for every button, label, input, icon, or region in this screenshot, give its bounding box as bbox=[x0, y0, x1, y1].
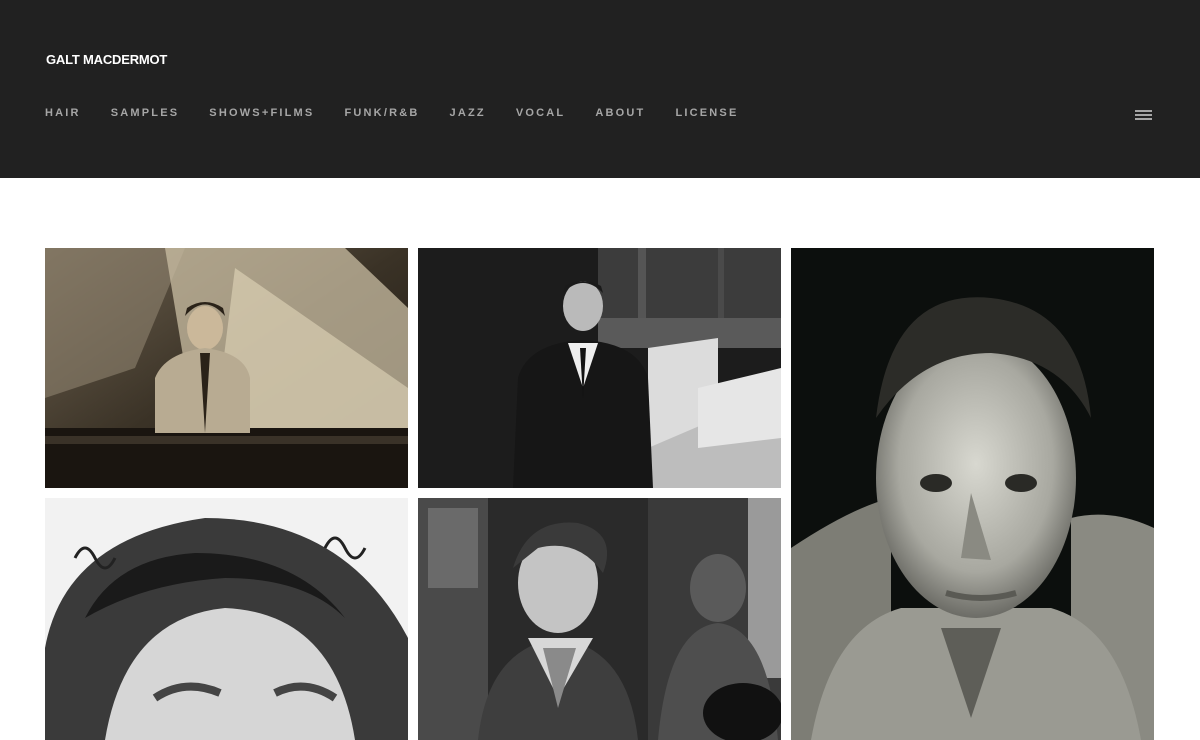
site-title[interactable]: GALT MACDERMOT bbox=[46, 52, 167, 67]
nav-item-samples[interactable]: SAMPLES bbox=[111, 107, 180, 119]
desk-photo-image bbox=[418, 248, 781, 488]
gallery-photo-piano[interactable] bbox=[45, 248, 408, 488]
menu-bar bbox=[1135, 110, 1152, 112]
guitarist-photo-image bbox=[418, 498, 781, 740]
nav-item-funk-rb[interactable]: FUNK/R&B bbox=[344, 107, 419, 119]
nav-item-license[interactable]: LICENSE bbox=[675, 107, 738, 119]
portrait-photo-image bbox=[791, 248, 1154, 740]
main-nav: HAIR SAMPLES SHOWS+FILMS FUNK/R&B JAZZ V… bbox=[45, 107, 769, 119]
gallery-photo-curly-hair[interactable] bbox=[45, 498, 408, 740]
menu-bar bbox=[1135, 118, 1152, 120]
nav-item-shows-films[interactable]: SHOWS+FILMS bbox=[209, 107, 314, 119]
gallery-photo-guitarist[interactable] bbox=[418, 498, 781, 740]
gallery-photo-desk[interactable] bbox=[418, 248, 781, 488]
hamburger-menu-icon[interactable] bbox=[1135, 110, 1152, 122]
nav-item-hair[interactable]: HAIR bbox=[45, 107, 81, 119]
site-header: GALT MACDERMOT HAIR SAMPLES SHOWS+FILMS … bbox=[0, 0, 1200, 178]
gallery-photo-portrait[interactable] bbox=[791, 248, 1154, 740]
nav-item-about[interactable]: ABOUT bbox=[595, 107, 645, 119]
menu-bar bbox=[1135, 114, 1152, 116]
nav-item-vocal[interactable]: VOCAL bbox=[516, 107, 566, 119]
nav-item-jazz[interactable]: JAZZ bbox=[450, 107, 486, 119]
curly-hair-photo-image bbox=[45, 498, 408, 740]
piano-photo-image bbox=[45, 248, 408, 488]
